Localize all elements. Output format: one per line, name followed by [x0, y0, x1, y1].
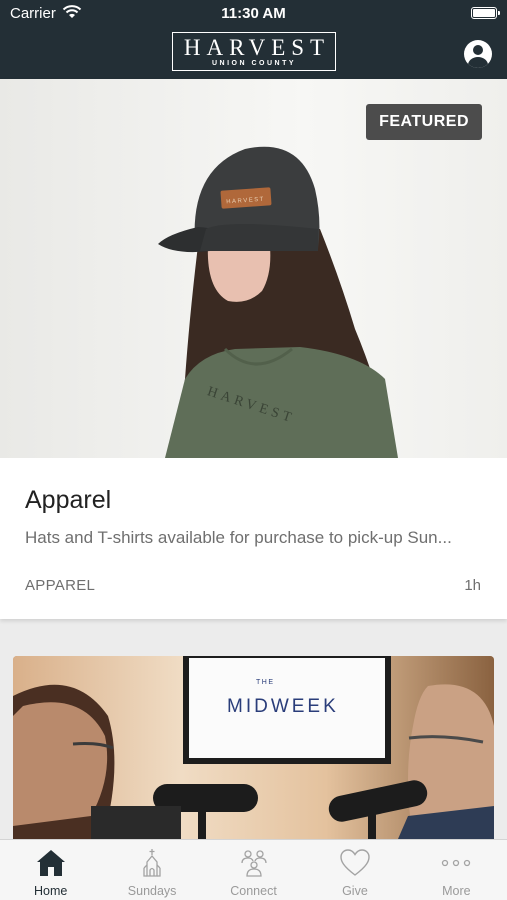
featured-badge: FEATURED [366, 104, 482, 140]
heart-icon [340, 849, 370, 876]
church-icon [143, 849, 161, 877]
featured-card[interactable]: HARVEST HARVEST FEATURED Apparel Hats an… [0, 79, 507, 619]
screen-small-text: THE [256, 679, 275, 686]
tab-bar: Home Sundays Connect Give More [0, 839, 507, 900]
logo-word: HARVEST [183, 35, 331, 60]
card-title: Apparel [25, 486, 112, 514]
tab-more[interactable]: More [406, 840, 507, 900]
people-icon [240, 850, 267, 877]
profile-body-shape [468, 57, 488, 68]
tab-home[interactable]: Home [0, 840, 101, 900]
status-bar: Carrier 11:30 AM [0, 0, 507, 28]
home-icon [36, 850, 65, 876]
tab-connect[interactable]: Connect [203, 840, 304, 900]
profile-icon[interactable] [464, 40, 492, 68]
profile-head-shape [473, 45, 483, 55]
logo-subtitle: UNION COUNTY [211, 60, 297, 67]
tab-give-label: Give [342, 884, 368, 898]
status-time: 11:30 AM [221, 5, 286, 22]
tab-sundays[interactable]: Sundays [101, 840, 202, 900]
featured-image[interactable]: HARVEST HARVEST FEATURED [0, 79, 507, 458]
harvest-logo: HARVEST UNION COUNTY [172, 32, 336, 71]
tab-more-label: More [442, 884, 471, 898]
more-icon [442, 859, 471, 867]
tab-home-label: Home [34, 884, 68, 898]
card-time: 1h [464, 577, 481, 594]
card-category: APPAREL [25, 577, 96, 594]
midweek-card[interactable]: THE MIDWEEK [13, 656, 494, 839]
card-description: Hats and T-shirts available for purchase… [25, 528, 452, 547]
tab-give[interactable]: Give [304, 840, 405, 900]
battery-icon [471, 7, 500, 19]
app-header: Carrier 11:30 AM HARVEST UNION COUNTY [0, 0, 507, 79]
screen-title-text: MIDWEEK [227, 696, 339, 717]
tab-sundays-label: Sundays [127, 884, 177, 898]
midweek-photo: THE MIDWEEK [13, 656, 494, 839]
tab-connect-label: Connect [230, 884, 277, 898]
